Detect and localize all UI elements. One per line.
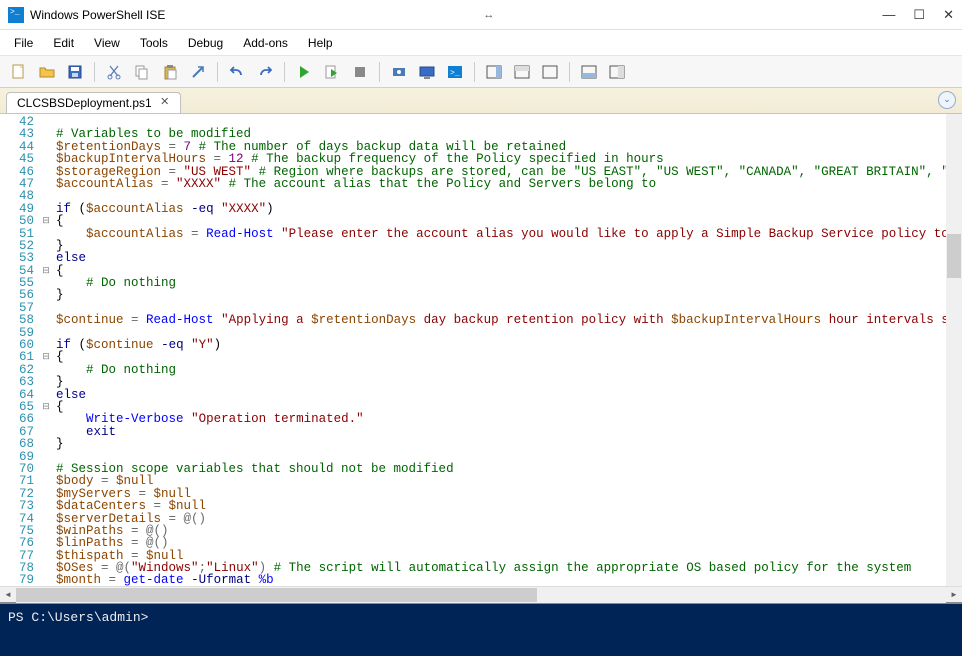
separator xyxy=(94,62,95,82)
save-icon[interactable] xyxy=(62,59,88,85)
separator xyxy=(474,62,475,82)
close-button[interactable]: ✕ xyxy=(943,7,954,23)
window-controls: — ☐ ✕ xyxy=(882,7,954,23)
svg-text:>_: >_ xyxy=(450,69,460,78)
horizontal-scrollbar[interactable]: ◄ ► xyxy=(0,586,962,602)
console-prompt: PS C:\Users\admin> xyxy=(8,610,148,625)
tab-label: CLCSBSDeployment.ps1 xyxy=(17,96,152,110)
separator xyxy=(569,62,570,82)
menu-addons[interactable]: Add-ons xyxy=(235,33,296,53)
resize-arrows-icon: ↔ xyxy=(483,9,494,21)
console-pane[interactable]: PS C:\Users\admin> xyxy=(0,602,962,656)
breakpoint-icon[interactable] xyxy=(386,59,412,85)
paste-icon[interactable] xyxy=(157,59,183,85)
copy-icon[interactable] xyxy=(129,59,155,85)
cut-icon[interactable] xyxy=(101,59,127,85)
menu-edit[interactable]: Edit xyxy=(45,33,82,53)
menu-debug[interactable]: Debug xyxy=(180,33,231,53)
redo-icon[interactable] xyxy=(252,59,278,85)
clear-icon[interactable] xyxy=(185,59,211,85)
run-selection-icon[interactable] xyxy=(319,59,345,85)
separator xyxy=(379,62,380,82)
run-icon[interactable] xyxy=(291,59,317,85)
undo-icon[interactable] xyxy=(224,59,250,85)
menu-tools[interactable]: Tools xyxy=(132,33,176,53)
scroll-track[interactable] xyxy=(16,587,946,603)
powershell-icon[interactable]: >_ xyxy=(442,59,468,85)
maximize-button[interactable]: ☐ xyxy=(913,7,925,23)
toolbar: >_ xyxy=(0,56,962,88)
scroll-thumb[interactable] xyxy=(16,588,537,602)
stop-icon[interactable] xyxy=(347,59,373,85)
command-addon-icon[interactable] xyxy=(604,59,630,85)
tab-bar: CLCSBSDeployment.ps1 ✕ ⌄ xyxy=(0,88,962,114)
menubar: File Edit View Tools Debug Add-ons Help xyxy=(0,30,962,56)
pane-max-icon[interactable] xyxy=(537,59,563,85)
scroll-left-icon[interactable]: ◄ xyxy=(0,587,16,603)
menu-file[interactable]: File xyxy=(6,33,41,53)
separator xyxy=(284,62,285,82)
menu-view[interactable]: View xyxy=(86,33,128,53)
fold-gutter[interactable]: ⊟⊟⊟⊟ xyxy=(40,114,52,586)
pane-right-icon[interactable] xyxy=(481,59,507,85)
scroll-thumb[interactable] xyxy=(947,234,961,278)
remote-icon[interactable] xyxy=(414,59,440,85)
tab-file[interactable]: CLCSBSDeployment.ps1 ✕ xyxy=(6,92,181,113)
command-pane-icon[interactable] xyxy=(576,59,602,85)
tab-close-icon[interactable]: ✕ xyxy=(158,96,172,110)
titlebar: Windows PowerShell ISE ↔ — ☐ ✕ xyxy=(0,0,962,30)
menu-help[interactable]: Help xyxy=(300,33,341,53)
minimize-button[interactable]: — xyxy=(882,7,895,22)
line-gutter: 4243444546474849505152535455565758596061… xyxy=(0,114,40,586)
open-icon[interactable] xyxy=(34,59,60,85)
window-title: Windows PowerShell ISE xyxy=(30,8,165,22)
vertical-scrollbar[interactable] xyxy=(946,114,962,586)
code-editor[interactable]: 4243444546474849505152535455565758596061… xyxy=(0,114,962,586)
pane-top-icon[interactable] xyxy=(509,59,535,85)
new-icon[interactable] xyxy=(6,59,32,85)
scroll-right-icon[interactable]: ► xyxy=(946,587,962,603)
code-area[interactable]: # Variables to be modified$retentionDays… xyxy=(52,114,962,586)
app-icon xyxy=(8,7,24,23)
separator xyxy=(217,62,218,82)
tab-dropdown-icon[interactable]: ⌄ xyxy=(938,91,956,109)
